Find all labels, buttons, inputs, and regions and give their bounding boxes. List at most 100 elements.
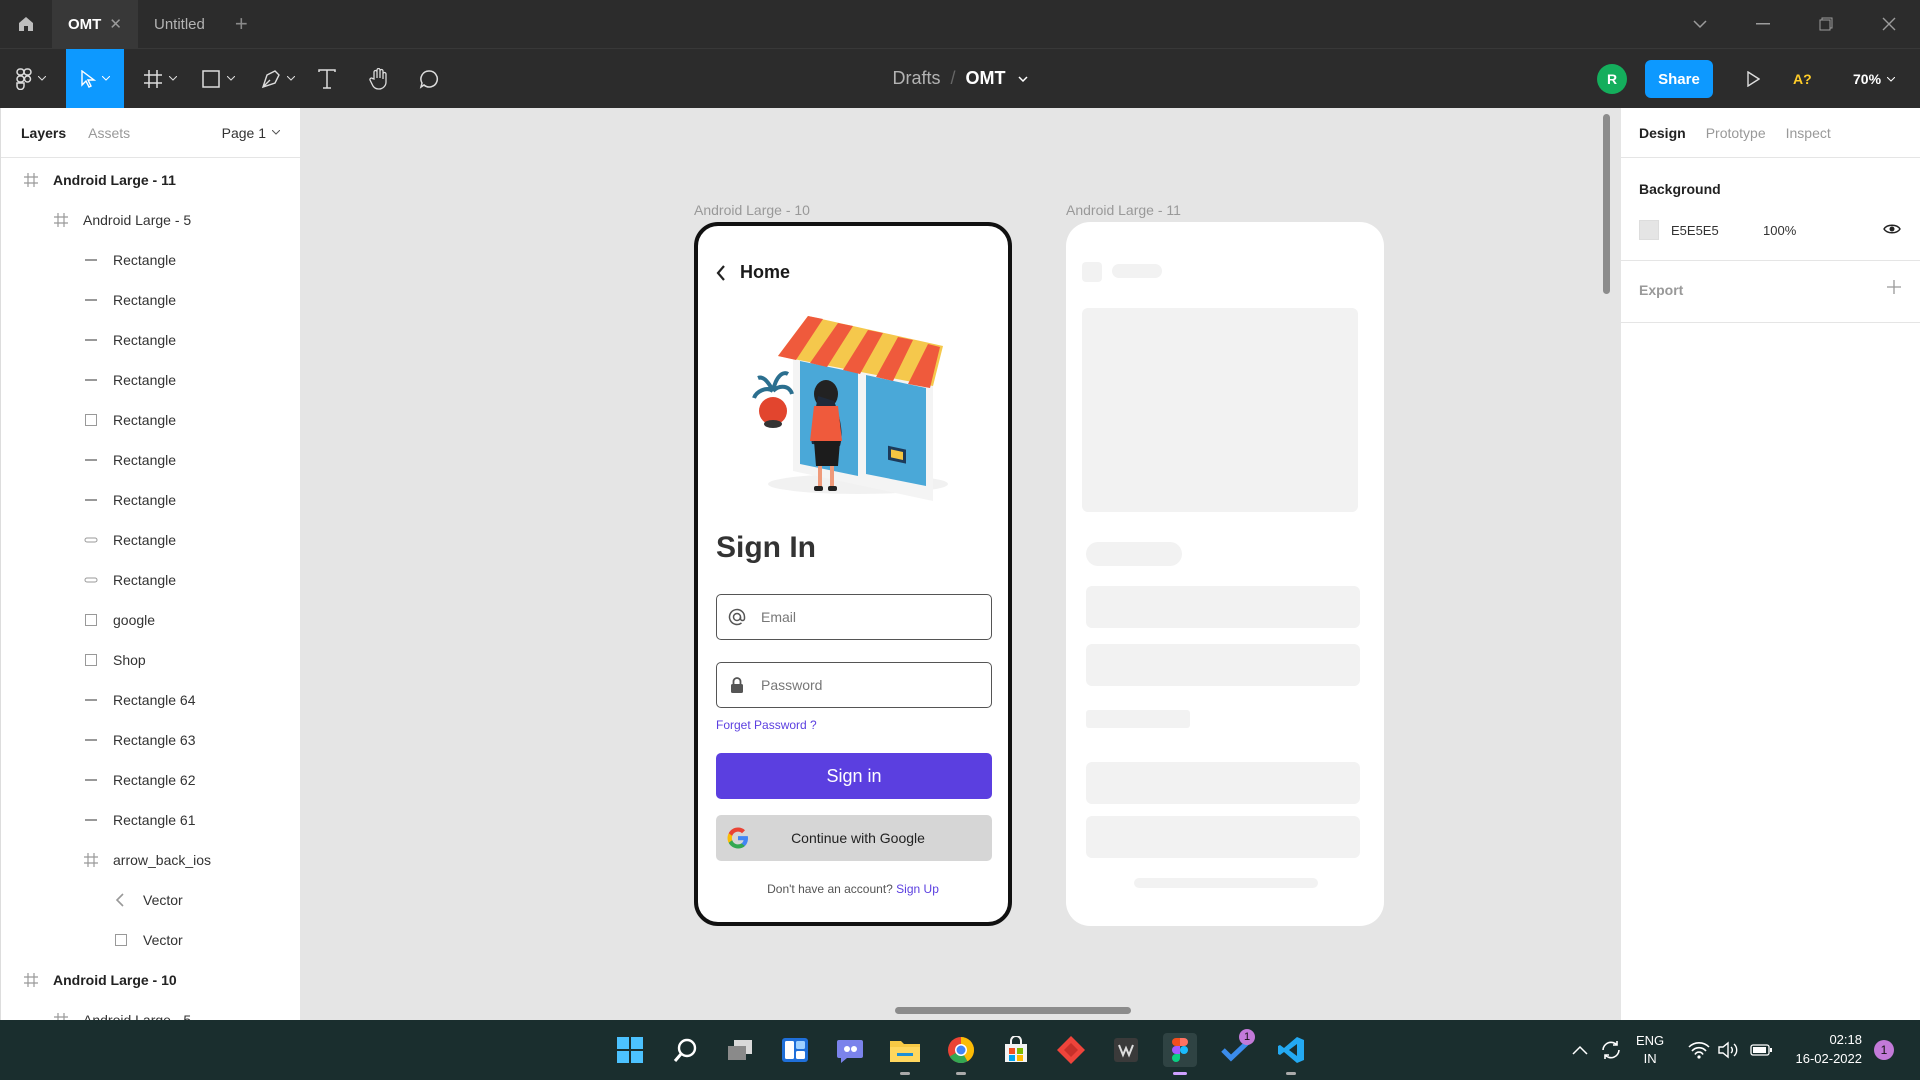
vscode-icon[interactable]	[1274, 1033, 1308, 1075]
layer-row[interactable]: Rectangle	[1, 240, 300, 280]
close-tab-icon[interactable]: ✕	[109, 15, 122, 33]
frame-label-android-large-10[interactable]: Android Large - 10	[694, 202, 810, 218]
tray-overflow-icon[interactable]	[1572, 1020, 1588, 1080]
skeleton-link	[1086, 710, 1190, 728]
email-field[interactable]: Email	[716, 594, 992, 640]
share-button[interactable]: Share	[1645, 60, 1713, 98]
page-selector[interactable]: Page 1	[222, 125, 280, 141]
tab-prototype[interactable]: Prototype	[1706, 125, 1766, 141]
continue-with-google-button[interactable]: Continue with Google	[716, 815, 992, 861]
frame-android-large-11[interactable]	[1066, 222, 1384, 926]
volume-icon[interactable]	[1718, 1020, 1740, 1080]
minimize-icon[interactable]	[1731, 23, 1794, 25]
home-icon[interactable]	[0, 0, 52, 48]
widgets-icon[interactable]	[778, 1033, 812, 1067]
forgot-password-link[interactable]: Forget Password ?	[716, 718, 817, 732]
sign-in-button[interactable]: Sign in	[716, 753, 992, 799]
present-button[interactable]	[1738, 64, 1768, 94]
tab-layers[interactable]: Layers	[21, 125, 66, 141]
layer-row[interactable]: Android Large - 5	[1, 200, 300, 240]
layer-row[interactable]: Rectangle	[1, 360, 300, 400]
eye-icon[interactable]	[1883, 223, 1901, 238]
layer-row[interactable]: Android Large - 11	[1, 160, 300, 200]
new-tab-icon[interactable]: +	[221, 0, 262, 48]
layer-label: Vector	[143, 932, 183, 948]
layer-row[interactable]: Rectangle	[1, 280, 300, 320]
layer-row[interactable]: arrow_back_ios	[1, 840, 300, 880]
restore-icon[interactable]	[1794, 17, 1857, 31]
anydesk-icon[interactable]	[1054, 1033, 1088, 1067]
windows-start-icon[interactable]	[613, 1033, 647, 1067]
teams-chat-icon[interactable]	[833, 1033, 867, 1067]
back-nav[interactable]: Home	[716, 262, 790, 283]
sync-icon[interactable]	[1600, 1020, 1622, 1080]
background-swatch[interactable]	[1639, 220, 1659, 240]
notification-badge[interactable]: 1	[1874, 1040, 1894, 1060]
battery-icon[interactable]	[1750, 1020, 1772, 1080]
missing-fonts-button[interactable]: A?	[1793, 64, 1812, 94]
layer-row[interactable]: Rectangle 62	[1, 760, 300, 800]
vmware-icon[interactable]	[1109, 1033, 1143, 1067]
canvas[interactable]: Android Large - 10 Android Large - 11 Ho…	[301, 108, 1620, 1020]
layer-row[interactable]: Rectangle	[1, 320, 300, 360]
figma-taskbar-icon[interactable]	[1163, 1033, 1197, 1075]
layer-row[interactable]: Rectangle	[1, 480, 300, 520]
layer-row[interactable]: Rectangle 64	[1, 680, 300, 720]
avatar[interactable]: R	[1597, 64, 1627, 94]
text-tool-button[interactable]	[312, 49, 342, 108]
layer-row[interactable]: Rectangle	[1, 520, 300, 560]
move-tool-button[interactable]	[66, 49, 124, 108]
main-menu-button[interactable]	[8, 49, 54, 108]
comment-tool-button[interactable]	[414, 49, 444, 108]
frame-android-large-10[interactable]: Home Sign In Email Password Forget Passw…	[694, 222, 1012, 926]
layer-row[interactable]: Vector	[1, 880, 300, 920]
layer-row[interactable]: Rectangle	[1, 400, 300, 440]
search-icon[interactable]	[669, 1033, 703, 1067]
vertical-scrollbar[interactable]	[1603, 114, 1610, 294]
chevron-down-icon[interactable]	[1017, 75, 1028, 82]
horizontal-scrollbar[interactable]	[895, 1007, 1131, 1014]
password-field[interactable]: Password	[716, 662, 992, 708]
chrome-icon[interactable]	[944, 1033, 978, 1075]
layer-row[interactable]: Shop	[1, 640, 300, 680]
frame-tool-button[interactable]	[136, 49, 184, 108]
clock[interactable]: 02:18 16-02-2022	[1770, 1030, 1863, 1068]
background-opacity[interactable]: 100%	[1763, 223, 1796, 238]
pen-tool-button[interactable]	[254, 49, 302, 108]
tab-untitled[interactable]: Untitled	[138, 0, 221, 48]
wifi-icon[interactable]	[1688, 1020, 1710, 1080]
input-language[interactable]: ENG IN	[1636, 1020, 1664, 1080]
layer-row[interactable]: Android Large - 5	[1, 1000, 300, 1020]
microsoft-store-icon[interactable]	[999, 1033, 1033, 1067]
shape-tool-button[interactable]	[194, 49, 242, 108]
layer-row[interactable]: Rectangle	[1, 440, 300, 480]
sign-up-link[interactable]: Sign Up	[896, 882, 939, 896]
title-bar: OMT ✕ Untitled +	[0, 0, 1920, 48]
skeleton-input	[1086, 586, 1360, 628]
breadcrumb-drafts[interactable]: Drafts	[892, 68, 940, 89]
layer-row[interactable]: Rectangle 61	[1, 800, 300, 840]
todo-icon[interactable]: 1	[1219, 1029, 1255, 1067]
close-window-icon[interactable]	[1857, 17, 1920, 31]
chevron-down-icon[interactable]	[1668, 19, 1731, 29]
zoom-menu[interactable]: 70%	[1853, 64, 1896, 94]
tab-inspect[interactable]: Inspect	[1786, 125, 1831, 141]
tab-assets[interactable]: Assets	[88, 125, 130, 141]
layer-row[interactable]: google	[1, 600, 300, 640]
tab-design[interactable]: Design	[1639, 125, 1686, 141]
task-view-icon[interactable]	[723, 1033, 757, 1067]
frame-label-android-large-11[interactable]: Android Large - 11	[1066, 202, 1181, 218]
layer-row[interactable]: Android Large - 10	[1, 960, 300, 1000]
background-hex[interactable]: E5E5E5	[1671, 223, 1763, 238]
line-icon	[83, 452, 99, 468]
hand-tool-button[interactable]	[364, 49, 394, 108]
layer-row[interactable]: Vector	[1, 920, 300, 960]
file-name[interactable]: OMT	[966, 68, 1006, 89]
add-export-icon[interactable]	[1887, 280, 1901, 299]
tab-omt[interactable]: OMT ✕	[52, 0, 138, 48]
layer-label: Shop	[113, 652, 146, 668]
caret-down-icon	[287, 76, 295, 81]
file-explorer-icon[interactable]	[888, 1033, 922, 1075]
layer-row[interactable]: Rectangle 63	[1, 720, 300, 760]
layer-row[interactable]: Rectangle	[1, 560, 300, 600]
